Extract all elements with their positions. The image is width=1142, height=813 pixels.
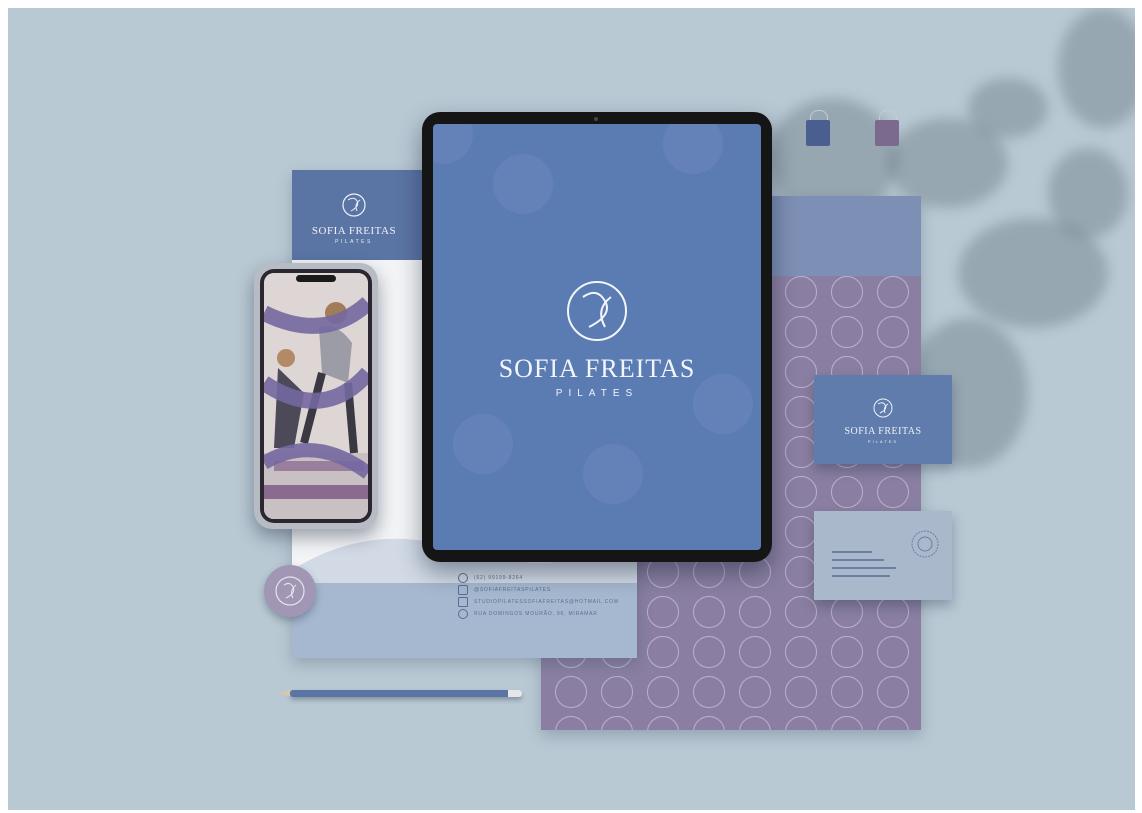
contact-instagram: @SOFIAFREITASPILATES — [474, 587, 552, 593]
screen-pattern — [583, 444, 643, 504]
card-info-line — [832, 567, 896, 569]
leaf-shadow — [888, 118, 1008, 208]
pattern-monogram — [785, 276, 817, 308]
screen-pattern — [493, 154, 553, 214]
contact-email: STUDIOPILATESSOFIAFREITAS@HOTMAIL.COM — [474, 599, 619, 605]
pattern-monogram — [785, 596, 817, 628]
photo-illustration — [264, 273, 368, 519]
tablet-brand-subtitle: PILATES — [555, 388, 639, 399]
phone-notch — [296, 275, 336, 282]
pattern-monogram — [831, 276, 863, 308]
contact-address: RUA DOMINGOS MOURÃO, 96, MIRAMAR — [474, 611, 598, 617]
tablet-screen: SOFIA FREITAS PILATES — [433, 124, 761, 550]
pattern-monogram — [647, 596, 679, 628]
seal-icon — [911, 530, 939, 558]
pattern-monogram — [693, 596, 725, 628]
pattern-monogram — [785, 716, 817, 730]
screen-pattern — [433, 124, 473, 164]
pattern-monogram — [693, 676, 725, 708]
contact-row-phone: (62) 99199-8264 — [458, 572, 637, 584]
pattern-monogram — [647, 716, 679, 730]
camera-icon — [594, 117, 598, 121]
pattern-monogram — [831, 636, 863, 668]
monogram-icon — [567, 281, 627, 341]
card-brand-subtitle: PILATES — [867, 439, 899, 444]
card-brand-name: SOFIA FREITAS — [844, 426, 922, 437]
pattern-monogram — [785, 556, 817, 588]
pattern-monogram — [739, 716, 771, 730]
business-card-back — [814, 511, 952, 600]
pattern-monogram — [647, 636, 679, 668]
whatsapp-icon — [458, 573, 468, 583]
pattern-monogram — [831, 316, 863, 348]
smartphone-device — [254, 263, 378, 529]
monogram-icon — [873, 398, 893, 418]
mail-icon — [458, 597, 468, 607]
contact-row-email: STUDIOPILATESSOFIAFREITAS@HOTMAIL.COM — [458, 596, 637, 608]
pattern-monogram — [739, 676, 771, 708]
card-info-line — [832, 551, 872, 553]
pencil-eraser — [508, 690, 522, 697]
pattern-monogram — [831, 676, 863, 708]
pattern-monogram — [739, 596, 771, 628]
business-card-front: SOFIA FREITAS PILATES — [814, 375, 952, 464]
pattern-monogram — [785, 316, 817, 348]
leaf-shadow — [1058, 8, 1135, 128]
letterhead-brand-subtitle: PILATES — [335, 239, 373, 245]
pattern-monogram — [785, 676, 817, 708]
tablet-logo: SOFIA FREITAS PILATES — [433, 279, 761, 399]
contact-row-instagram: @SOFIAFREITASPILATES — [458, 584, 637, 596]
tablet-brand-name: SOFIA FREITAS — [498, 354, 696, 383]
pattern-monogram — [877, 316, 909, 348]
monogram-icon — [342, 193, 366, 217]
location-pin-icon — [458, 609, 468, 619]
pilates-photo — [264, 273, 368, 519]
mockup-scene: SOFIA FREITAS PILATES (62) 99199-8264 @S… — [8, 8, 1135, 810]
monogram-icon — [275, 576, 305, 606]
pattern-monogram — [785, 516, 817, 548]
phone-screen — [260, 269, 372, 523]
envelope-flap — [768, 196, 921, 276]
leaf-shadow — [1048, 148, 1128, 238]
pattern-monogram — [785, 396, 817, 428]
pattern-monogram — [785, 436, 817, 468]
screen-pattern — [453, 414, 513, 474]
round-seal — [264, 565, 316, 617]
letterhead-logo: SOFIA FREITAS PILATES — [304, 192, 404, 245]
contact-phone: (62) 99199-8264 — [474, 575, 523, 581]
pattern-monogram — [785, 636, 817, 668]
pattern-monogram — [877, 716, 909, 730]
contact-list: (62) 99199-8264 @SOFIAFREITASPILATES STU… — [458, 572, 637, 620]
pencil-tip — [278, 690, 290, 696]
binder-clip-blue — [806, 120, 830, 146]
contact-row-address: RUA DOMINGOS MOURÃO, 96, MIRAMAR — [458, 608, 637, 620]
instagram-icon — [458, 585, 468, 595]
pattern-monogram — [785, 476, 817, 508]
pattern-monogram — [877, 636, 909, 668]
binder-clip-purple — [875, 120, 899, 146]
tablet-device: SOFIA FREITAS PILATES — [422, 112, 772, 562]
pattern-monogram — [831, 596, 863, 628]
card-info-line — [832, 559, 884, 561]
card-info-line — [832, 575, 890, 577]
pattern-monogram — [555, 676, 587, 708]
pattern-monogram — [555, 716, 587, 730]
pattern-monogram — [739, 636, 771, 668]
pattern-monogram — [647, 676, 679, 708]
pattern-monogram — [785, 356, 817, 388]
pencil — [278, 690, 522, 697]
letterhead-brand-name: SOFIA FREITAS — [311, 225, 397, 237]
pattern-monogram — [877, 596, 909, 628]
pattern-monogram — [693, 716, 725, 730]
pattern-monogram — [877, 276, 909, 308]
pattern-monogram — [831, 476, 863, 508]
pattern-monogram — [601, 676, 633, 708]
pattern-monogram — [831, 716, 863, 730]
pattern-monogram — [877, 476, 909, 508]
pattern-monogram — [877, 676, 909, 708]
pattern-monogram — [601, 716, 633, 730]
pattern-monogram — [693, 636, 725, 668]
screen-pattern — [663, 124, 723, 174]
